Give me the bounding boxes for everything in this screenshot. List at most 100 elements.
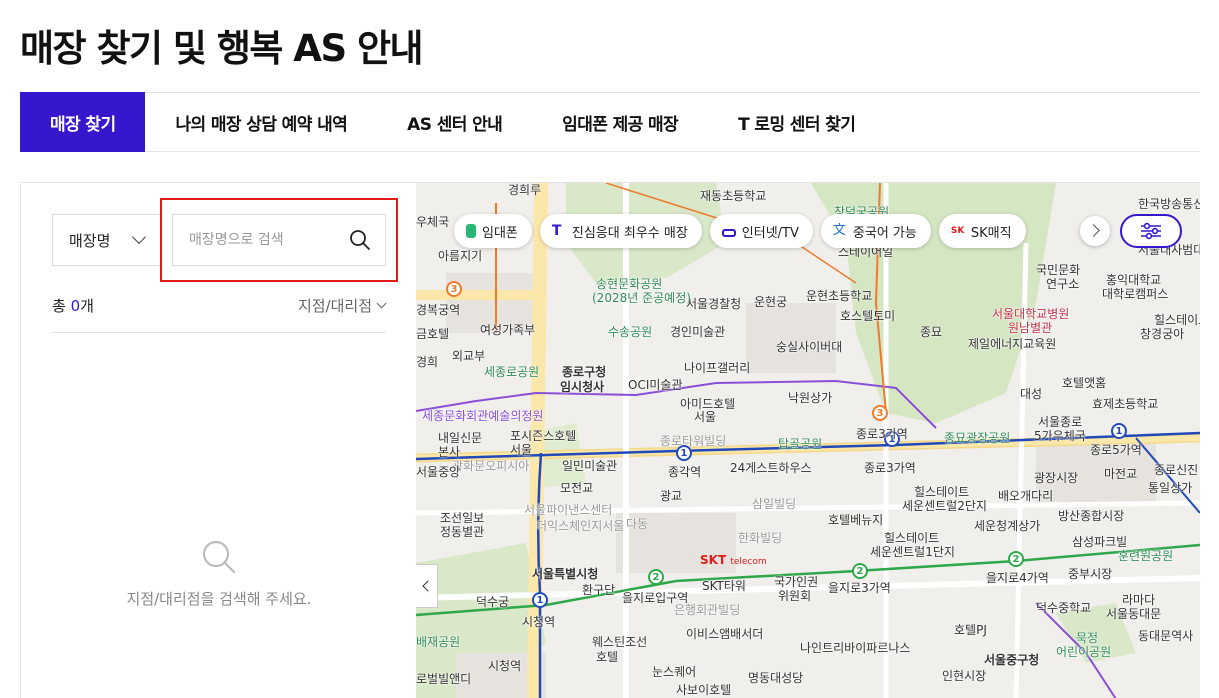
- chevron-down-icon: [376, 298, 387, 309]
- map-label: 대학로캠퍼스: [1102, 287, 1169, 301]
- sk-logo-subtext: telecom: [730, 557, 767, 567]
- map-label: 호스텔토미: [840, 309, 896, 323]
- tab-as-center[interactable]: AS 센터 안내: [377, 93, 532, 152]
- map-label: 낙원상가: [788, 391, 833, 405]
- map-label: 운현초등학교: [806, 289, 873, 303]
- map-label: 훈련원공원: [1118, 549, 1174, 563]
- map-label: 광교: [660, 489, 683, 503]
- map-label: 탑골공원: [778, 437, 823, 451]
- map-label: 위원회: [778, 589, 812, 603]
- map-label: 광화문오피시아: [452, 459, 530, 473]
- map-label: 경인미술관: [670, 325, 726, 339]
- map-label: 덕수중학교: [1036, 601, 1092, 615]
- map-label: 세종로공원: [484, 365, 540, 379]
- filter-chip-label: 진심응대 최우수 매장: [571, 225, 688, 241]
- filter-next-button[interactable]: [1080, 216, 1110, 246]
- phone-icon: [466, 224, 476, 238]
- t-logo-icon: T: [551, 223, 562, 239]
- sk-logo-icon: SK: [950, 226, 965, 236]
- map-label: 세종문화회관예술의정원: [422, 409, 544, 423]
- chevron-down-icon: [131, 229, 147, 245]
- map-label: 눈스퀘어: [652, 665, 697, 679]
- map-label: 종로3가역: [856, 427, 908, 441]
- map-label: 은행회관빌딩: [674, 603, 741, 617]
- map-label: 외교부: [452, 349, 486, 363]
- map-label: 명동대성당: [748, 671, 804, 685]
- map-label: 더익스체인지서울: [536, 519, 625, 533]
- tab-rental-phone-stores[interactable]: 임대폰 제공 매장: [532, 93, 708, 152]
- result-count-number: 0: [70, 297, 81, 315]
- station-marker-line3: 3: [872, 405, 888, 421]
- map-label: 서울중구청: [984, 653, 1040, 667]
- store-type-filter-label: 지점/대리점: [297, 297, 372, 315]
- tab-t-roaming-center[interactable]: T 로밍 센터 찾기: [708, 93, 885, 152]
- map-label: 배재공원: [416, 635, 461, 649]
- map-label: 이비스앰배서더: [686, 627, 764, 641]
- sliders-icon: [1141, 222, 1161, 240]
- map-label: 중부시장: [1068, 567, 1113, 581]
- map-label: 연구소: [1046, 277, 1080, 291]
- filter-chip-rental-phone[interactable]: 임대폰: [454, 214, 532, 248]
- station-marker-line2: 2: [852, 563, 868, 579]
- map-label: 대성: [1020, 387, 1043, 401]
- search-icon[interactable]: [349, 229, 371, 251]
- map-label: 종각역: [668, 465, 702, 479]
- map-filter-chips: 임대폰 T 진심응대 최우수 매장 인터넷/TV 文 중국어 가능 SK SK매…: [454, 214, 1026, 248]
- map-label: OCI미술관: [628, 378, 683, 392]
- search-type-dropdown[interactable]: 매장명: [52, 214, 160, 266]
- tab-bar: 매장 찾기 나의 매장 상담 예약 내역 AS 센터 안내 임대폰 제공 매장 …: [20, 92, 1200, 152]
- map-label: 임시청사: [560, 380, 605, 394]
- map-label: 나인트리바이파르나스: [800, 641, 911, 655]
- tab-my-reservations[interactable]: 나의 매장 상담 예약 내역: [145, 93, 377, 152]
- map-label: 서울중앙: [416, 465, 461, 479]
- map-label: 종묘광장공원: [944, 431, 1011, 445]
- map-label: (2028년 준공예정): [592, 291, 691, 305]
- map-label: 여성가족부: [480, 323, 536, 337]
- map-label: 서울경찰청: [686, 297, 742, 311]
- map-label: 삼일빌딩: [752, 497, 797, 511]
- tab-store-search[interactable]: 매장 찾기: [20, 92, 146, 152]
- page-title: 매장 찾기 및 행복 AS 안내: [20, 27, 424, 70]
- filter-chip-sk-magic[interactable]: SK SK매직: [938, 214, 1026, 248]
- map-label: 종로3가역: [864, 461, 916, 475]
- map-label: 아름지기: [438, 249, 483, 263]
- map-label: 을지로3가역: [828, 581, 891, 595]
- map-label: 시청역: [488, 659, 522, 673]
- search-panel: 매장명 총 0개 지점/대리점 지점/대리점을 검색해 주세요.: [20, 182, 416, 698]
- search-box: [172, 214, 386, 266]
- store-type-filter[interactable]: 지점/대리점: [297, 295, 387, 316]
- map-label: 세운청계상가: [974, 519, 1041, 533]
- result-count: 총 0개: [52, 295, 94, 316]
- filter-settings-button[interactable]: [1120, 214, 1182, 248]
- filter-chip-chinese[interactable]: 文 중국어 가능: [820, 214, 931, 248]
- map-label: 경희루: [508, 183, 542, 197]
- map-label: 호텔PJ: [954, 623, 987, 637]
- store-search-input[interactable]: [173, 216, 343, 264]
- chinese-char-icon: 文: [832, 223, 846, 238]
- map-label: 서울: [694, 410, 717, 424]
- station-marker-line2: 2: [648, 569, 664, 585]
- map-label: 한화빌딩: [738, 531, 783, 545]
- map-label: 한국방송통신: [1138, 197, 1200, 211]
- filter-chip-internet-tv[interactable]: 인터넷/TV: [709, 214, 813, 248]
- map-label: 호텔앳홈: [1062, 376, 1107, 390]
- map-label: 5가우체국: [1034, 429, 1086, 443]
- map-label: 우체국: [416, 215, 450, 229]
- collapse-panel-button[interactable]: [416, 564, 438, 608]
- map-label: 종로신진: [1154, 463, 1199, 477]
- map-label: 종로타워빌딩: [660, 434, 727, 448]
- map-label: 금호텔: [416, 327, 450, 341]
- map-label: 재동초등학교: [700, 189, 767, 203]
- router-icon: [721, 229, 736, 237]
- map-label: 을지로4가역: [986, 571, 1049, 585]
- map-label: 호텔: [596, 650, 619, 664]
- station-marker-line1: 1: [532, 592, 548, 608]
- search-icon: [202, 540, 236, 574]
- store-map[interactable]: 1 1 1 1 2 2 2 3 3 경희루 재동초등학교 창덕궁공원 한국방송통…: [416, 182, 1200, 698]
- map-label: 숭실사이버대: [776, 340, 843, 354]
- map-label: 환구단: [582, 583, 616, 597]
- filter-chip-best-service[interactable]: T 진심응대 최우수 매장: [539, 214, 702, 248]
- map-label: 어린이공원: [1056, 645, 1112, 659]
- search-type-value: 매장명: [69, 231, 111, 250]
- result-count-suffix: 개: [80, 297, 94, 315]
